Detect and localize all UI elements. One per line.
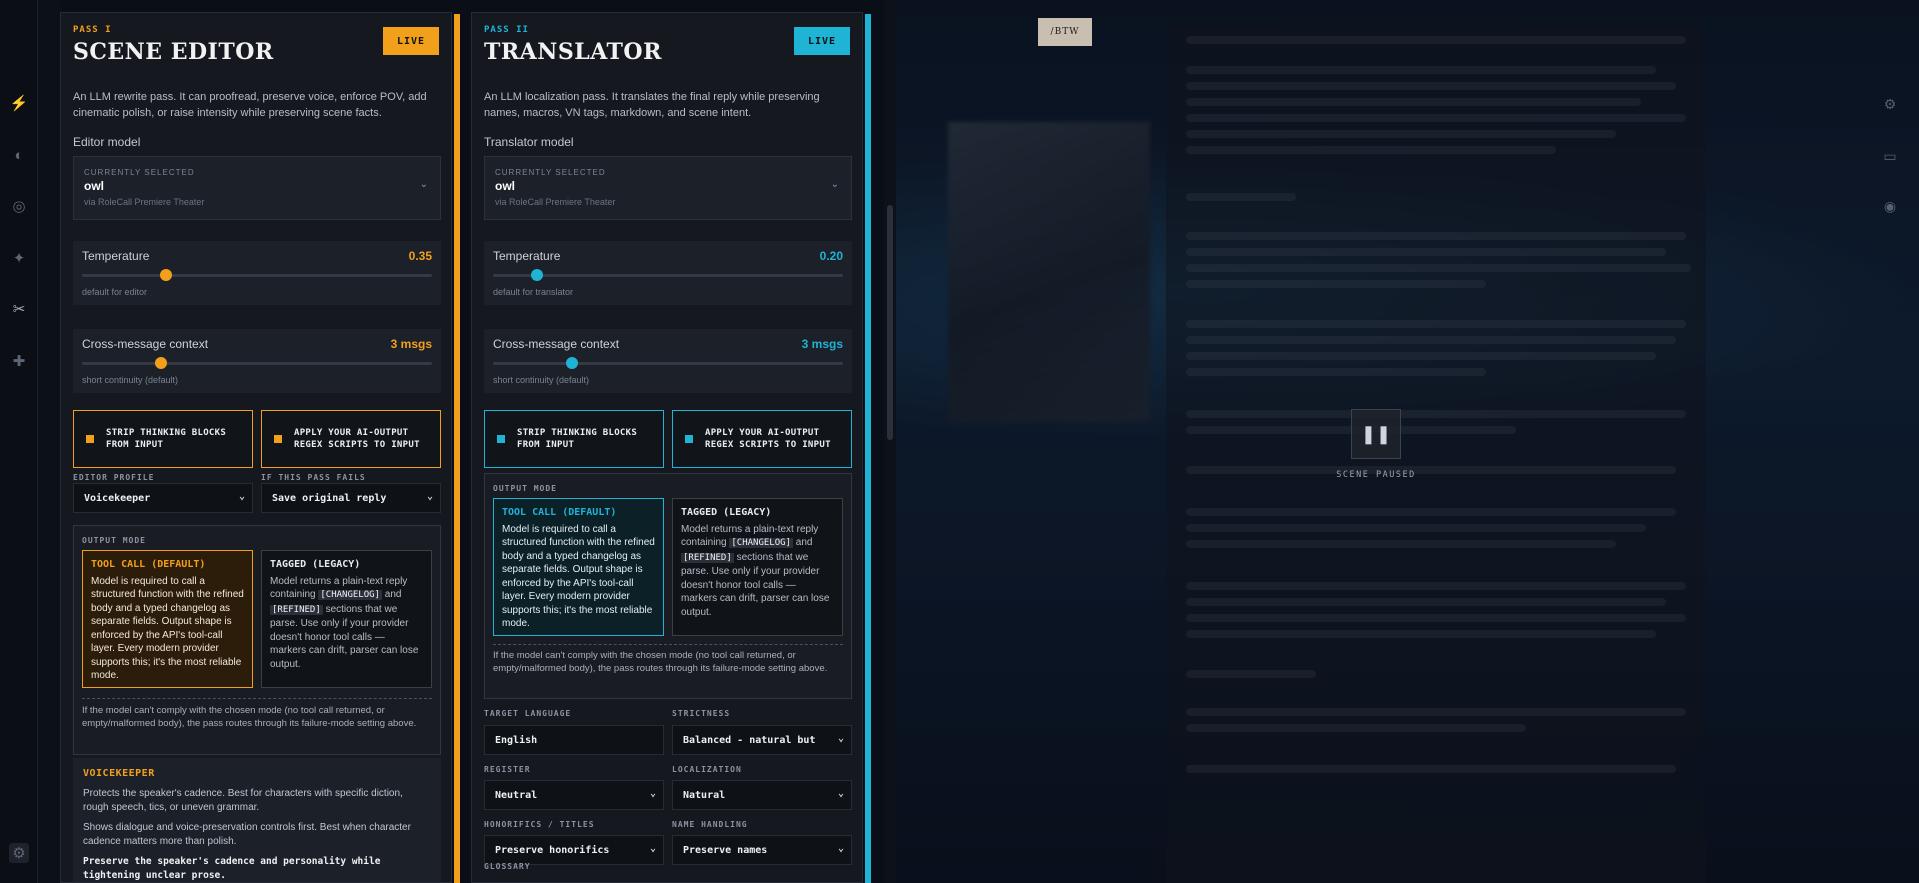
- panel-description: An LLM rewrite pass. It can proofread, p…: [73, 91, 427, 119]
- honorifics-label: HONORIFICS / TITLES: [484, 820, 595, 829]
- honorifics-select[interactable]: Preserve honorifics ⌄: [484, 835, 664, 865]
- scrollbar[interactable]: [884, 0, 896, 883]
- checkbox-icon: [274, 435, 282, 443]
- strictness-label: STRICTNESS: [672, 709, 731, 718]
- scissors-icon[interactable]: ✂: [9, 299, 29, 319]
- slider-knob[interactable]: [155, 357, 167, 369]
- voicekeeper-card: VOICEKEEPER Protects the speaker's caden…: [73, 758, 441, 882]
- magic-wand-icon[interactable]: ✦: [9, 248, 29, 268]
- strip-thinking-toggle[interactable]: STRIP THINKING BLOCKS FROM INPUT: [73, 410, 253, 468]
- chevron-down-icon: ⌄: [837, 788, 844, 799]
- live-button[interactable]: LIVE: [383, 27, 439, 55]
- chevron-down-icon: ⌄: [419, 179, 428, 190]
- bug-icon[interactable]: ⚙: [9, 843, 29, 863]
- slider-knob[interactable]: [531, 269, 543, 281]
- panel-title: SCENE EDITOR: [73, 39, 274, 65]
- slider-knob[interactable]: [566, 357, 578, 369]
- gear-icon[interactable]: ⚙: [1880, 94, 1900, 114]
- temperature-slider[interactable]: Temperature 0.35 default for editor: [73, 241, 441, 305]
- glossary-label: GLOSSARY: [484, 862, 531, 871]
- model-select[interactable]: CURRENTLY SELECTED owl via RoleCall Prem…: [484, 156, 852, 220]
- live-button[interactable]: LIVE: [794, 27, 850, 55]
- compass-icon[interactable]: ◎: [9, 196, 29, 216]
- editor-accent-bar: [454, 14, 460, 883]
- chevron-down-icon: ⌄: [426, 491, 433, 502]
- monitor-icon[interactable]: ▭: [1880, 146, 1900, 166]
- output-mode-group: OUTPUT MODE TOOL CALL (DEFAULT) Model is…: [484, 473, 852, 699]
- chevron-down-icon: ⌄: [649, 843, 656, 854]
- gutter: [38, 0, 60, 883]
- scene-editor-panel: PASS I SCENE EDITOR LIVE An LLM rewrite …: [60, 12, 452, 883]
- panel-title: TRANSLATOR: [484, 39, 662, 65]
- target-language-input[interactable]: English: [484, 725, 664, 755]
- left-rail: ⚡ ◐ ◎ ✦ ✂ ✚ ⚙: [0, 0, 38, 883]
- chevron-down-icon: ⌄: [837, 733, 844, 744]
- temperature-slider[interactable]: Temperature 0.20 default for translator: [484, 241, 852, 305]
- apply-regex-toggle[interactable]: APPLY YOUR AI-OUTPUT REGEX SCRIPTS TO IN…: [672, 410, 852, 468]
- scrollbar-thumb[interactable]: [887, 205, 893, 440]
- checkbox-icon: [685, 435, 693, 443]
- localization-select[interactable]: Natural ⌄: [672, 780, 852, 810]
- output-mode-label: OUTPUT MODE: [82, 536, 146, 545]
- eye-icon[interactable]: ◉: [1880, 196, 1900, 216]
- slider-knob[interactable]: [160, 269, 172, 281]
- tagged-option[interactable]: TAGGED (LEGACY) Model returns a plain-te…: [261, 550, 432, 688]
- bolt-icon[interactable]: ⚡: [9, 93, 29, 113]
- localization-label: LOCALIZATION: [672, 765, 742, 774]
- tool-call-option[interactable]: TOOL CALL (DEFAULT) Model is required to…: [493, 498, 664, 636]
- chevron-down-icon: ⌄: [238, 491, 245, 502]
- fail-mode-select[interactable]: Save original reply ⌄: [261, 483, 441, 513]
- tool-call-option[interactable]: TOOL CALL (DEFAULT) Model is required to…: [82, 550, 253, 688]
- btw-badge[interactable]: /BTW: [1038, 18, 1092, 46]
- translator-accent-bar: [865, 14, 871, 883]
- puzzle-icon[interactable]: ✚: [9, 351, 29, 371]
- fail-label: IF THIS PASS FAILS: [261, 473, 366, 482]
- fail-note: If the model can't comply with the chose…: [82, 705, 417, 729]
- tagged-option[interactable]: TAGGED (LEGACY) Model returns a plain-te…: [672, 498, 843, 636]
- name-handling-select[interactable]: Preserve names ⌄: [672, 835, 852, 865]
- editor-profile-select[interactable]: Voicekeeper ⌄: [73, 483, 253, 513]
- checkbox-icon: [497, 435, 505, 443]
- target-language-label: TARGET LANGUAGE: [484, 709, 572, 718]
- name-handling-label: NAME HANDLING: [672, 820, 748, 829]
- register-label: REGISTER: [484, 765, 531, 774]
- translator-panel: PASS II TRANSLATOR LIVE An LLM localizat…: [471, 12, 863, 883]
- model-label: Editor model: [73, 135, 141, 149]
- pause-icon[interactable]: ❚❚: [1351, 409, 1401, 459]
- divider: [82, 698, 432, 699]
- chevron-down-icon: ⌄: [837, 843, 844, 854]
- checkbox-icon: [86, 435, 94, 443]
- editor-profile-label: EDITOR PROFILE: [73, 473, 155, 482]
- output-mode-group: OUTPUT MODE TOOL CALL (DEFAULT) Model is…: [73, 525, 441, 755]
- pass-label: PASS I: [73, 25, 112, 35]
- apply-regex-toggle[interactable]: APPLY YOUR AI-OUTPUT REGEX SCRIPTS TO IN…: [261, 410, 441, 468]
- panel-description: An LLM localization pass. It translates …: [484, 91, 820, 119]
- strip-thinking-toggle[interactable]: STRIP THINKING BLOCKS FROM INPUT: [484, 410, 664, 468]
- strictness-select[interactable]: Balanced - natural but ⌄: [672, 725, 852, 755]
- pass-label: PASS II: [484, 25, 529, 35]
- context-slider[interactable]: Cross-message context 3 msgs short conti…: [484, 329, 852, 393]
- divider: [493, 644, 843, 645]
- model-select[interactable]: CURRENTLY SELECTED owl via RoleCall Prem…: [73, 156, 441, 220]
- register-select[interactable]: Neutral ⌄: [484, 780, 664, 810]
- context-slider[interactable]: Cross-message context 3 msgs short conti…: [73, 329, 441, 393]
- model-label: Translator model: [484, 135, 574, 149]
- output-mode-label: OUTPUT MODE: [493, 484, 557, 493]
- fail-note: If the model can't comply with the chose…: [493, 650, 828, 674]
- chevron-down-icon: ⌄: [649, 788, 656, 799]
- chevron-down-icon: ⌄: [830, 179, 839, 190]
- palette-icon[interactable]: ◐: [9, 145, 29, 165]
- scene-paused-label: SCENE PAUSED: [1336, 470, 1416, 480]
- scene-view: /BTW ❚❚ SCENE PAUSED ⚙ ▭ ◉: [896, 0, 1919, 883]
